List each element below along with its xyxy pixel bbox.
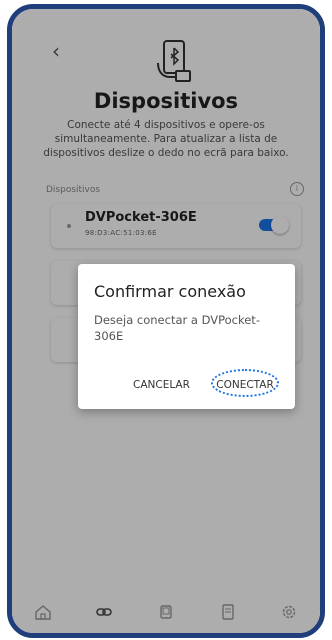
nav-settings[interactable]	[275, 598, 303, 626]
home-icon	[35, 605, 51, 620]
nav-device[interactable]	[152, 598, 180, 626]
dialog-title: Confirmar conexão	[94, 282, 246, 301]
devices-screen: ‹ Dispositivos Conecte até 4 dispositivo…	[12, 9, 320, 633]
bottom-nav	[12, 591, 320, 633]
nav-home[interactable]	[29, 598, 57, 626]
device-icon	[160, 605, 172, 619]
link-icon	[96, 608, 113, 616]
nav-link[interactable]	[90, 598, 118, 626]
dialog-message: Deseja conectar a DVPocket-306E	[94, 313, 260, 343]
document-icon	[221, 604, 234, 620]
phone-frame: ‹ Dispositivos Conecte até 4 dispositivo…	[7, 4, 325, 638]
confirm-dialog: Confirmar conexão Deseja conectar a DVPo…	[78, 264, 295, 409]
nav-document[interactable]	[214, 598, 242, 626]
connect-button[interactable]: CONECTAR	[211, 369, 279, 397]
settings-icon	[282, 605, 296, 619]
cancel-button[interactable]: CANCELAR	[133, 379, 190, 391]
